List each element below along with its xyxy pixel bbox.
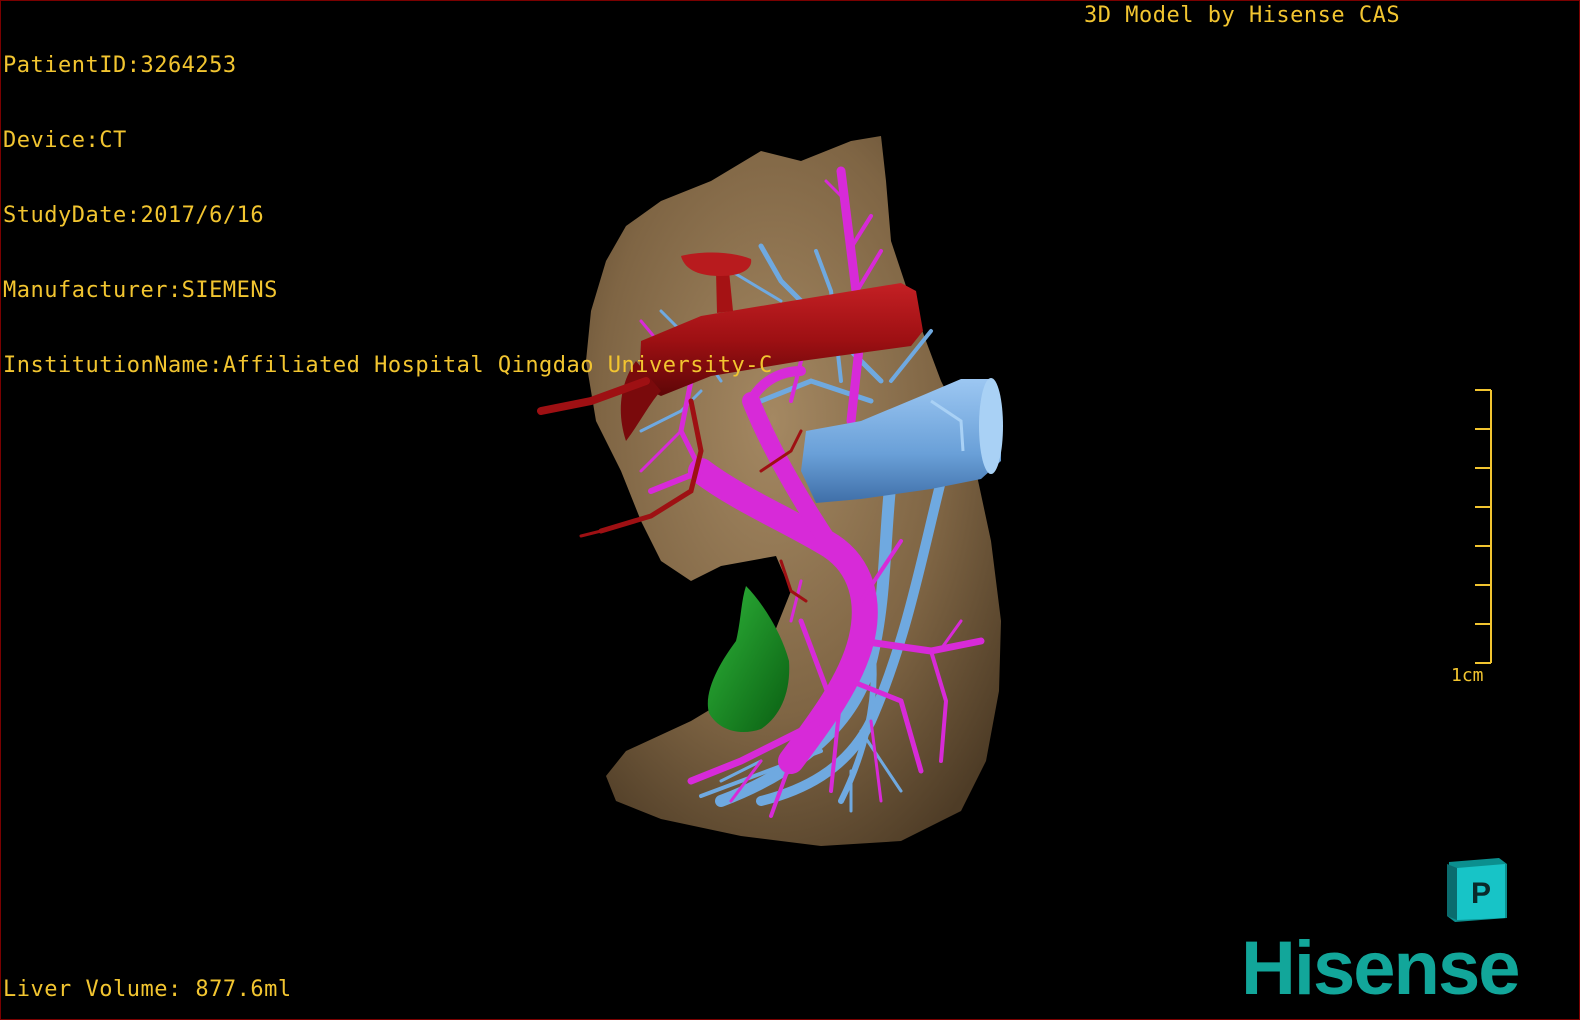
manufacturer-text: Manufacturer:SIEMENS (3, 278, 278, 303)
model-credit-text: 3D Model by Hisense CAS (1084, 3, 1401, 28)
liver-volume-text: Liver Volume: 877.6ml (3, 977, 292, 1002)
3d-viewport[interactable]: PatientID:3264253 Device:CT StudyDate:20… (0, 0, 1580, 1020)
patient-info-panel: PatientID:3264253 Device:CT StudyDate:20… (3, 3, 773, 428)
study-date-text: StudyDate:2017/6/16 (3, 203, 265, 228)
patient-id-text: PatientID:3264253 (3, 53, 237, 78)
institution-text: InstitutionName:Affiliated Hospital Qing… (3, 353, 773, 378)
hisense-logo: Hisense (1241, 926, 1520, 1011)
cube-face-label: P (1471, 877, 1491, 910)
gallbladder[interactable] (707, 586, 790, 733)
orientation-cube[interactable]: P (1441, 856, 1511, 926)
device-text: Device:CT (3, 128, 127, 153)
scale-label: 1cm (1451, 665, 1484, 686)
scale-bar (1475, 389, 1492, 664)
